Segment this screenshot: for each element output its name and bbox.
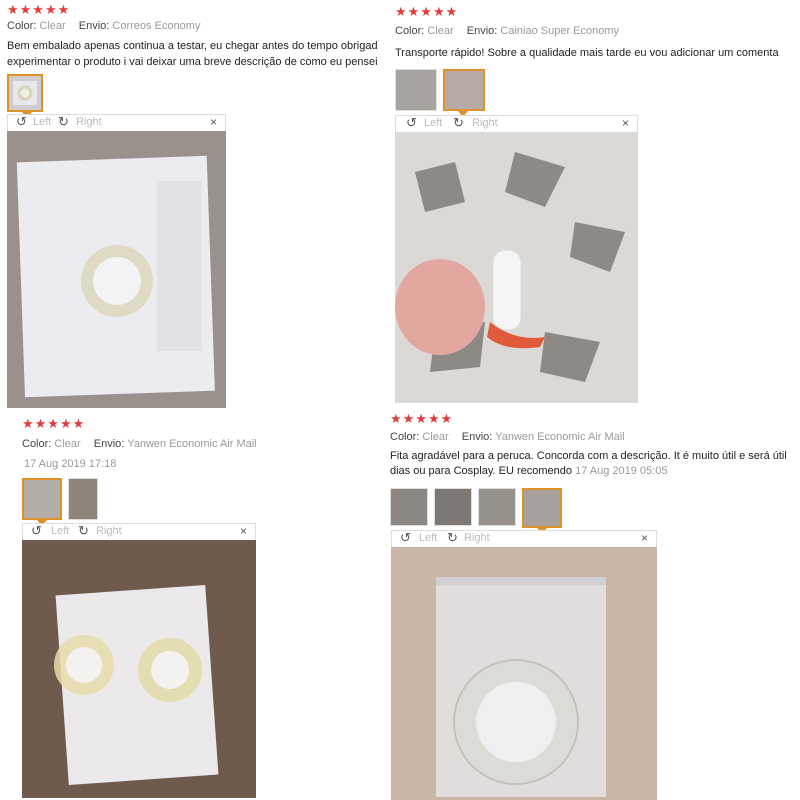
review-text-line: Fita agradável para a peruca. Concorda c…: [390, 450, 787, 462]
rotate-right-button[interactable]: Right: [472, 117, 498, 129]
photo-thumbnails: [7, 74, 377, 118]
review-meta: Color: Clear Envio: Correos Economy: [7, 20, 377, 32]
photo-image: [7, 131, 226, 408]
close-icon[interactable]: ×: [210, 115, 217, 129]
rotate-right-icon[interactable]: ↻: [78, 523, 89, 539]
photo-image: [391, 547, 657, 800]
review-photo: [395, 132, 638, 403]
photo-thumbnail[interactable]: [7, 74, 43, 118]
review-text-line: Transporte rápido! Sobre a qualidade mai…: [395, 47, 779, 59]
photo-thumbnail[interactable]: [478, 488, 516, 526]
shipping-value: Cainiao Super Economy: [500, 25, 620, 37]
photo-thumbnail[interactable]: [395, 69, 437, 111]
photo-thumbnail[interactable]: [434, 488, 472, 526]
review-text: Transporte rápido! Sobre a qualidade mai…: [395, 45, 800, 61]
review-text-line: Bem embalado apenas continua a testar, e…: [7, 40, 377, 52]
photo-thumbnail[interactable]: [68, 478, 98, 520]
rotate-left-icon[interactable]: ↺: [406, 115, 417, 131]
photo-thumbnail[interactable]: [390, 488, 428, 526]
review-1: ★★★★★ Color: Clear Envio: Correos Econom…: [7, 2, 377, 118]
review-meta: Color: Clear Envio: Yanwen Economic Air …: [390, 431, 800, 443]
image-toolbar: ↺ Left ↻ Right ×: [395, 115, 638, 132]
image-toolbar: ↺ Left ↻ Right ×: [391, 530, 657, 547]
photo-image: [22, 540, 256, 798]
shipping-label: Envio:: [93, 438, 125, 450]
review-date: 17 Aug 2019 17:18: [24, 458, 117, 470]
rotate-right-button[interactable]: Right: [464, 532, 490, 544]
rotate-right-button[interactable]: Right: [76, 116, 102, 128]
review-text-line: experimentar o produto i vai deixar uma …: [7, 56, 377, 68]
review-text: Fita agradável para a peruca. Concorda c…: [390, 449, 800, 479]
rotate-left-button[interactable]: Left: [419, 532, 437, 544]
close-icon[interactable]: ×: [622, 116, 629, 130]
rotate-right-icon[interactable]: ↻: [453, 115, 464, 131]
color-label: Color:: [395, 25, 425, 37]
rotate-left-icon[interactable]: ↺: [16, 114, 27, 130]
rotate-right-icon[interactable]: ↻: [58, 114, 69, 130]
rotate-left-icon[interactable]: ↺: [400, 530, 411, 546]
close-icon[interactable]: ×: [641, 531, 648, 545]
review-photo: [22, 540, 256, 798]
review-3: ★★★★★ Color: Clear Envio: Yanwen Economi…: [22, 416, 382, 526]
photo-thumbnails: [22, 478, 382, 526]
review-meta: Color: Clear Envio: Cainiao Super Econom…: [395, 25, 800, 37]
review-2: ★★★★★ Color: Clear Envio: Cainiao Super …: [395, 4, 800, 117]
image-toolbar: ↺ Left ↻ Right ×: [22, 523, 256, 540]
color-value: Clear: [39, 20, 66, 32]
review-photo: [391, 547, 657, 800]
shipping-label: Envio:: [466, 25, 498, 37]
review-text-line: dias ou para Cosplay. EU recomendo 17 Au…: [390, 464, 800, 479]
rotate-right-icon[interactable]: ↻: [447, 530, 458, 546]
color-label: Color:: [7, 20, 37, 32]
rating-stars: ★★★★★: [22, 416, 86, 431]
rotate-left-button[interactable]: Left: [51, 525, 69, 537]
review-photo: [7, 131, 226, 408]
shipping-label: Envio:: [461, 431, 493, 443]
shipping-value: Yanwen Economic Air Mail: [127, 438, 257, 450]
color-label: Color:: [390, 431, 420, 443]
image-toolbar: ↺ Left ↻ Right ×: [7, 114, 226, 131]
color-label: Color:: [22, 438, 52, 450]
rotate-right-button[interactable]: Right: [96, 525, 122, 537]
review-meta: Color: Clear Envio: Yanwen Economic Air …: [22, 438, 382, 450]
photo-thumbnail[interactable]: [522, 488, 562, 534]
review-4: ★★★★★ Color: Clear Envio: Yanwen Economi…: [390, 411, 800, 534]
thumb-image: [13, 81, 37, 105]
color-value: Clear: [54, 438, 81, 450]
color-value: Clear: [422, 431, 449, 443]
rotate-left-button[interactable]: Left: [33, 116, 51, 128]
close-icon[interactable]: ×: [240, 524, 247, 538]
rotate-left-button[interactable]: Left: [424, 117, 442, 129]
review-text: Bem embalado apenas continua a testar, e…: [7, 38, 377, 70]
shipping-label: Envio:: [78, 20, 110, 32]
photo-thumbnails: [390, 488, 800, 534]
rating-stars: ★★★★★: [395, 4, 459, 19]
shipping-value: Yanwen Economic Air Mail: [495, 431, 625, 443]
rating-stars: ★★★★★: [390, 411, 454, 426]
photo-thumbnail[interactable]: [443, 69, 485, 117]
photo-image: [395, 132, 638, 403]
review-date: 17 Aug 2019 05:05: [575, 465, 668, 477]
rotate-left-icon[interactable]: ↺: [31, 523, 42, 539]
shipping-value: Correos Economy: [112, 20, 201, 32]
rating-stars: ★★★★★: [7, 2, 71, 17]
photo-thumbnails: [395, 69, 800, 117]
review-text-line-2: dias ou para Cosplay. EU recomendo: [390, 465, 573, 477]
color-value: Clear: [427, 25, 454, 37]
photo-thumbnail[interactable]: [22, 478, 62, 526]
